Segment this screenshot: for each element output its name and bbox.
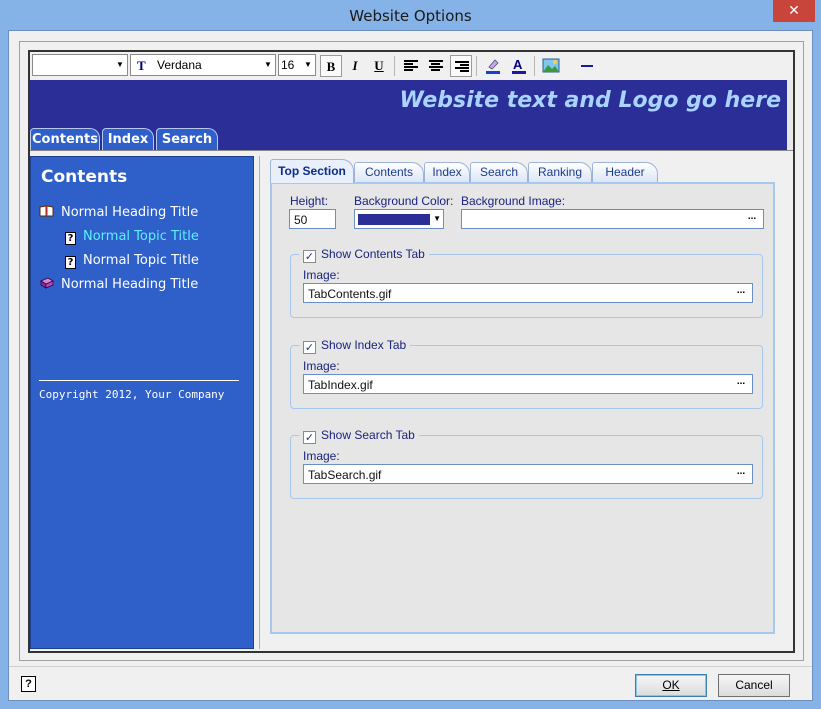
- align-left-icon: [404, 60, 418, 72]
- align-right-icon: [455, 61, 469, 73]
- open-book-icon: [39, 205, 54, 217]
- image-label: Image:: [303, 359, 340, 373]
- closed-book-icon: [40, 277, 54, 289]
- align-center-button[interactable]: [425, 55, 447, 77]
- top-section-page: Height: 50 Background Color: ▼ Backgroun…: [270, 182, 775, 634]
- banner-tab-index[interactable]: Index: [102, 128, 154, 150]
- contents-panel[interactable]: Contents Normal Heading Title ? Normal To…: [30, 156, 254, 649]
- show-search-tab-checkbox[interactable]: ✓ Show Search Tab: [299, 428, 419, 444]
- truetype-font-icon: T: [137, 58, 146, 73]
- background-image-field[interactable]: ...: [461, 209, 764, 229]
- chevron-down-icon: ▼: [264, 60, 272, 69]
- checkbox-checked-icon: ✓: [303, 431, 316, 444]
- underline-button[interactable]: U: [368, 55, 390, 77]
- contents-tab-group: ✓ Show Contents Tab Image: TabContents.gi…: [290, 247, 763, 318]
- footer-divider: [39, 380, 239, 381]
- image-label: Image:: [303, 449, 340, 463]
- ok-button[interactable]: OK: [635, 674, 707, 697]
- background-color-picker[interactable]: ▼: [354, 209, 444, 229]
- toolbar-separator: [476, 56, 477, 76]
- height-field[interactable]: 50: [289, 209, 336, 229]
- horizontal-rule-icon: [581, 65, 593, 67]
- svg-text:A: A: [513, 57, 523, 72]
- cancel-button[interactable]: Cancel: [718, 674, 790, 697]
- bold-button[interactable]: B: [320, 55, 342, 77]
- toc-item-label: Normal Heading Title: [61, 277, 199, 292]
- search-tab-image-field[interactable]: TabSearch.gif ...: [303, 464, 753, 484]
- toc-topic-item[interactable]: ? Normal Topic Title: [65, 253, 199, 269]
- tab-header[interactable]: Header: [592, 162, 658, 182]
- dialog-client-area: ▼ T Verdana ▼ 16 ▼ B I U A Website text …: [8, 30, 813, 701]
- dialog-button-bar: ? OK Cancel: [9, 666, 812, 700]
- header-banner[interactable]: Website text and Logo go here Contents I…: [30, 80, 787, 150]
- browse-button[interactable]: ...: [731, 466, 751, 482]
- tab-ranking[interactable]: Ranking: [528, 162, 592, 182]
- browse-button[interactable]: ...: [731, 376, 751, 392]
- italic-button[interactable]: I: [344, 55, 366, 77]
- banner-text: Website text and Logo go here: [399, 88, 781, 113]
- chevron-down-icon: ▼: [304, 60, 312, 69]
- align-right-button[interactable]: [450, 55, 472, 77]
- toc-item-label: Normal Topic Title: [83, 253, 199, 268]
- browse-button[interactable]: ...: [731, 285, 751, 301]
- contents-title: Contents: [41, 167, 128, 187]
- text-color-button[interactable]: A: [508, 55, 530, 77]
- banner-scrollbar[interactable]: [787, 80, 793, 150]
- close-button[interactable]: ✕: [773, 0, 815, 22]
- toc-topic-item[interactable]: ? Normal Topic Title: [65, 229, 199, 245]
- options-panel: Top Section Contents Index Search Rankin…: [259, 156, 787, 649]
- font-color-icon: A: [512, 57, 526, 74]
- highlight-color-button[interactable]: [482, 55, 504, 77]
- tab-search[interactable]: Search: [470, 162, 528, 182]
- index-tab-image-field[interactable]: TabIndex.gif ...: [303, 374, 753, 394]
- help-icon[interactable]: ?: [21, 676, 36, 692]
- toc-heading-item[interactable]: Normal Heading Title: [39, 277, 198, 292]
- show-contents-tab-checkbox[interactable]: ✓ Show Contents Tab: [299, 247, 429, 263]
- splitter: [30, 150, 793, 153]
- checkbox-checked-icon: ✓: [303, 341, 316, 354]
- chevron-down-icon: ▼: [433, 214, 441, 223]
- chevron-down-icon: ▼: [116, 60, 124, 69]
- window-title: Website Options: [349, 7, 472, 25]
- topic-page-icon: ?: [65, 256, 76, 269]
- website-preview: ▼ T Verdana ▼ 16 ▼ B I U A Website text …: [28, 50, 795, 653]
- tab-contents[interactable]: Contents: [354, 162, 424, 182]
- color-swatch: [358, 214, 430, 225]
- contents-tab-image-field[interactable]: TabContents.gif ...: [303, 283, 753, 303]
- copyright-text: Copyright 2012, Your Company: [39, 388, 225, 401]
- align-left-button[interactable]: [400, 55, 422, 77]
- font-size-value: 16: [281, 58, 295, 72]
- background-color-label: Background Color:: [354, 194, 454, 208]
- tab-index[interactable]: Index: [424, 162, 470, 182]
- checkbox-checked-icon: ✓: [303, 250, 316, 263]
- index-tab-group: ✓ Show Index Tab Image: TabIndex.gif ...: [290, 338, 763, 409]
- toolbar-separator: [394, 56, 395, 76]
- insert-image-button[interactable]: [540, 55, 562, 77]
- banner-tab-contents[interactable]: Contents: [30, 128, 100, 150]
- toolbar-separator: [534, 56, 535, 76]
- topic-page-icon: ?: [65, 232, 76, 245]
- font-size-combo[interactable]: 16 ▼: [278, 54, 316, 76]
- image-label: Image:: [303, 268, 340, 282]
- horizontal-line-button[interactable]: [576, 55, 598, 77]
- height-label: Height:: [290, 194, 329, 208]
- preview-frame: ▼ T Verdana ▼ 16 ▼ B I U A Website text …: [19, 41, 804, 661]
- toc-item-label: Normal Topic Title: [83, 229, 199, 244]
- image-icon: [542, 58, 560, 73]
- toc-item-label: Normal Heading Title: [61, 205, 199, 220]
- align-center-icon: [429, 60, 443, 72]
- tab-top-section[interactable]: Top Section: [270, 159, 354, 183]
- browse-button[interactable]: ...: [742, 211, 762, 227]
- banner-tab-search[interactable]: Search: [156, 128, 218, 150]
- background-image-label: Background Image:: [461, 194, 566, 208]
- format-toolbar: ▼ T Verdana ▼ 16 ▼ B I U A: [30, 52, 793, 80]
- title-bar: Website Options ✕: [0, 0, 821, 30]
- show-index-tab-checkbox[interactable]: ✓ Show Index Tab: [299, 338, 411, 354]
- font-combo[interactable]: T Verdana ▼: [130, 54, 276, 76]
- search-tab-group: ✓ Show Search Tab Image: TabSearch.gif ..…: [290, 428, 763, 499]
- style-combo[interactable]: ▼: [32, 54, 128, 76]
- toc-heading-item[interactable]: Normal Heading Title: [39, 205, 198, 220]
- font-combo-value: Verdana: [157, 58, 202, 72]
- highlighter-icon: [486, 59, 500, 74]
